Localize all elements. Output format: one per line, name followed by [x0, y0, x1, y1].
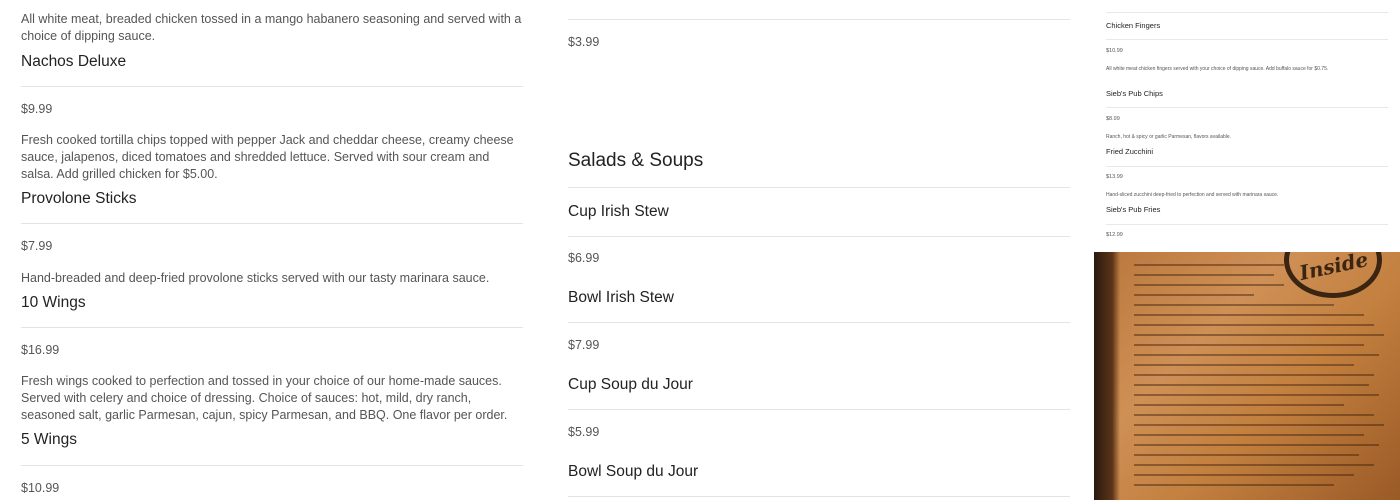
item-description: Hand-sliced zucchini deep-fried to perfe…	[1106, 192, 1279, 198]
print-line	[1134, 384, 1369, 386]
divider	[21, 465, 523, 466]
item-price: $6.99	[568, 251, 600, 265]
print-line	[1134, 434, 1364, 436]
item-name-nachos-deluxe: Nachos Deluxe	[21, 53, 127, 70]
print-line	[1134, 394, 1379, 396]
divider	[1106, 39, 1388, 40]
divider	[568, 496, 1070, 497]
item-description: All white meat, breaded chicken tossed i…	[21, 12, 522, 43]
photo-shadow	[1094, 252, 1120, 500]
item-name-siebs-pub-chips: Sieb's Pub Chips	[1106, 89, 1163, 98]
print-line	[1134, 274, 1274, 276]
print-line	[1134, 464, 1374, 466]
item-name-bowl-irish-stew: Bowl Irish Stew	[568, 289, 674, 306]
print-line	[1134, 354, 1379, 356]
item-price: $5.99	[568, 425, 600, 439]
item-name-siebs-pub-fries: Sieb's Pub Fries	[1106, 205, 1161, 214]
item-price: $7.99	[21, 239, 53, 253]
item-description: All white meat chicken fingers served wi…	[1106, 66, 1329, 72]
divider	[1106, 107, 1388, 108]
item-name-bowl-soup-du-jour: Bowl Soup du Jour	[568, 463, 699, 480]
item-price: $7.99	[568, 338, 600, 352]
divider	[21, 327, 523, 328]
divider	[568, 409, 1070, 410]
divider	[1106, 224, 1388, 225]
print-line	[1134, 314, 1364, 316]
print-line	[1134, 374, 1374, 376]
divider	[21, 86, 523, 87]
print-line	[1134, 414, 1374, 416]
divider	[1106, 12, 1388, 13]
divider	[1106, 166, 1388, 167]
item-description: Fresh cooked tortilla chips topped with …	[21, 133, 514, 181]
divider	[568, 322, 1070, 323]
print-line	[1134, 294, 1254, 296]
print-line	[1134, 284, 1284, 286]
print-line	[1134, 404, 1344, 406]
item-name-fried-zucchini: Fried Zucchini	[1106, 147, 1154, 156]
item-price: $9.99	[21, 102, 53, 116]
print-line	[1134, 324, 1374, 326]
print-line	[1134, 454, 1359, 456]
divider	[568, 19, 1070, 20]
item-description: Ranch, hot & spicy or garlic Parmesan, f…	[1106, 134, 1232, 140]
print-line	[1134, 424, 1384, 426]
item-price: $3.99	[568, 35, 600, 49]
item-price: $8.99	[1106, 116, 1120, 122]
item-name-chicken-fingers: Chicken Fingers	[1106, 21, 1161, 30]
print-line	[1134, 344, 1364, 346]
item-price: $16.99	[21, 343, 60, 357]
divider	[21, 223, 523, 224]
print-line	[1134, 474, 1354, 476]
item-price: $13.99	[1106, 174, 1123, 180]
divider	[568, 187, 1070, 188]
item-name-provolone-sticks: Provolone Sticks	[21, 190, 137, 207]
item-name-cup-irish-stew: Cup Irish Stew	[568, 203, 669, 220]
section-title: Salads & Soups	[568, 150, 704, 171]
item-price: $10.99	[21, 481, 60, 495]
print-line	[1134, 304, 1334, 306]
item-price: $12.99	[1106, 232, 1123, 238]
print-line	[1134, 364, 1354, 366]
print-line	[1134, 334, 1384, 336]
item-name-cup-soup-du-jour: Cup Soup du Jour	[568, 376, 693, 393]
print-line	[1134, 484, 1334, 486]
item-description: Fresh wings cooked to perfection and tos…	[21, 374, 508, 422]
menu-photo: Inside	[1094, 252, 1400, 500]
print-line	[1134, 444, 1379, 446]
item-name-5-wings: 5 Wings	[21, 431, 77, 448]
item-name-10-wings: 10 Wings	[21, 294, 86, 311]
divider	[568, 236, 1070, 237]
print-line	[1134, 264, 1284, 266]
item-description: Hand-breaded and deep-fried provolone st…	[21, 271, 490, 285]
item-price: $10.99	[1106, 48, 1123, 54]
